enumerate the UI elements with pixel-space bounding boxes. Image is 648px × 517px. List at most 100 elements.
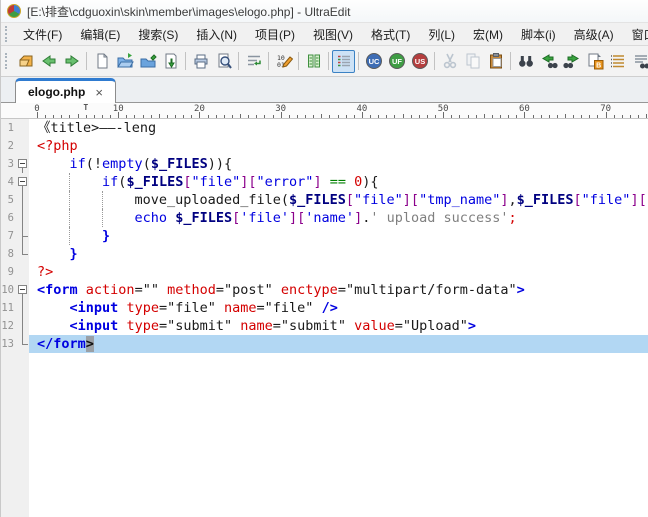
token-str: "file"	[354, 192, 403, 208]
code-text[interactable]: 《title>——-leng	[29, 119, 648, 137]
toolbar-separator	[358, 52, 359, 70]
code-text[interactable]: }	[29, 227, 648, 245]
line-numbers-icon[interactable]	[332, 50, 355, 73]
ruler-tick	[597, 115, 598, 118]
ultraftp-icon[interactable]: UF	[385, 50, 408, 73]
column-mode-icon[interactable]	[302, 50, 325, 73]
fold-margin	[17, 299, 29, 317]
code-text[interactable]: <?php	[29, 137, 648, 155]
cut-icon[interactable]	[438, 50, 461, 73]
find-icon[interactable]	[514, 50, 537, 73]
line-number: 1	[1, 119, 17, 137]
fold-margin	[17, 227, 29, 245]
token-pln: 《title>——-leng	[37, 120, 156, 136]
save-icon[interactable]	[159, 50, 182, 73]
print-icon[interactable]	[189, 50, 212, 73]
open-folder-icon[interactable]	[113, 50, 136, 73]
tab-stop-marker: T	[83, 103, 88, 112]
token-brk: ][	[240, 174, 256, 190]
code-text[interactable]: if($_FILES["file"]["error"] == 0){	[29, 173, 648, 191]
back-icon[interactable]	[37, 50, 60, 73]
find-in-files-icon[interactable]	[629, 50, 648, 73]
fold-mark	[22, 254, 28, 255]
menu-item-n[interactable]: 插入(N)	[187, 23, 246, 46]
fold-collapse-button[interactable]	[17, 281, 29, 299]
print-preview-icon[interactable]	[212, 50, 235, 73]
code-text[interactable]: <input type="file" name="file" />	[29, 299, 648, 317]
toolbar-separator	[238, 52, 239, 70]
code-text[interactable]: if(!empty($_FILES)){	[29, 155, 648, 173]
ultracompare-icon[interactable]: UC	[362, 50, 385, 73]
menu-item-a[interactable]: 高级(A)	[565, 23, 623, 46]
close-folder-icon[interactable]	[136, 50, 159, 73]
menu-item-v[interactable]: 视图(V)	[304, 23, 362, 46]
menu-item-t[interactable]: 格式(T)	[362, 23, 419, 46]
ruler-tick	[216, 115, 217, 118]
paste-icon[interactable]	[484, 50, 507, 73]
ruler-tick	[541, 115, 542, 118]
tab-close-icon[interactable]: ×	[95, 86, 103, 99]
token-brk: ]	[354, 210, 362, 226]
token-attr: name	[240, 318, 273, 334]
menu-item-i[interactable]: 脚本(i)	[512, 23, 565, 46]
token-tagb: <input	[70, 300, 119, 316]
ruler-tick	[476, 115, 477, 118]
token-pln: ))	[208, 156, 224, 172]
code-editor[interactable]: 1《title>——-leng2<?php3 if(!empty($_FILES…	[1, 119, 648, 517]
ruler-tick	[102, 115, 103, 118]
ruler-tick	[264, 115, 265, 118]
menu-item-m[interactable]: 宏(M)	[464, 23, 512, 46]
forward-icon[interactable]	[60, 50, 83, 73]
copy-icon[interactable]	[461, 50, 484, 73]
token-val: file	[175, 300, 208, 316]
menu-item-w[interactable]: 窗口(W)	[623, 23, 648, 46]
ultrasentry-icon[interactable]: US	[408, 50, 431, 73]
code-text[interactable]: echo $_FILES['file']['name'].' upload su…	[29, 209, 648, 227]
token-pln: "	[460, 318, 468, 334]
token-tagb: >	[517, 282, 525, 298]
find-next-icon[interactable]	[560, 50, 583, 73]
new-file-icon[interactable]	[90, 50, 113, 73]
token-tagb: }	[102, 228, 110, 244]
fold-collapse-button[interactable]	[17, 173, 29, 191]
fold-collapse-button[interactable]	[17, 155, 29, 173]
token-pln: ="	[159, 300, 175, 316]
token-pln	[37, 300, 70, 316]
ruler-tick	[151, 115, 152, 118]
ruler-tick	[256, 115, 257, 118]
fold-mark	[22, 245, 23, 254]
bookmark-icon[interactable]: B	[583, 50, 606, 73]
window-title: [E:\排查\cdguoxin\skin\member\images\elogo…	[27, 3, 350, 20]
token-kw: if	[70, 156, 86, 172]
ruler-tick	[289, 115, 290, 118]
code-text[interactable]: move_uploaded_file($_FILES["file"]["tmp_…	[29, 191, 648, 209]
menu-item-s[interactable]: 搜索(S)	[129, 23, 187, 46]
find-prev-icon[interactable]	[537, 50, 560, 73]
code-text[interactable]: <form action="" method="post" enctype="m…	[29, 281, 648, 299]
ruler-tick	[78, 114, 79, 118]
tab-elogo-php[interactable]: elogo.php ×	[15, 78, 116, 103]
code-text[interactable]: <input type="submit" name="submit" value…	[29, 317, 648, 335]
menu-item-f[interactable]: 文件(F)	[14, 23, 71, 46]
ruler-tick	[232, 115, 233, 118]
ruler-tick	[159, 114, 160, 118]
code-text[interactable]: </form>	[29, 335, 648, 353]
function-list-icon[interactable]	[606, 50, 629, 73]
menu-item-p[interactable]: 项目(P)	[246, 23, 304, 46]
line-number: 6	[1, 209, 17, 227]
menu-item-e[interactable]: 编辑(E)	[71, 23, 129, 46]
ruler-tick	[403, 114, 404, 118]
open-ftp-icon[interactable]	[14, 50, 37, 73]
toolbar-grip[interactable]	[5, 53, 10, 69]
menubar-grip[interactable]	[5, 26, 10, 42]
line-number: 9	[1, 263, 17, 281]
token-php: ?>	[37, 264, 53, 280]
menu-item-l[interactable]: 列(L)	[419, 23, 464, 46]
code-text[interactable]: ?>	[29, 263, 648, 281]
hex-edit-icon[interactable]: 1001	[272, 50, 295, 73]
word-wrap-icon[interactable]	[242, 50, 265, 73]
ruler-tick	[53, 115, 54, 118]
code-text[interactable]: }	[29, 245, 648, 263]
ruler-label: 50	[438, 104, 449, 114]
line-number: 2	[1, 137, 17, 155]
